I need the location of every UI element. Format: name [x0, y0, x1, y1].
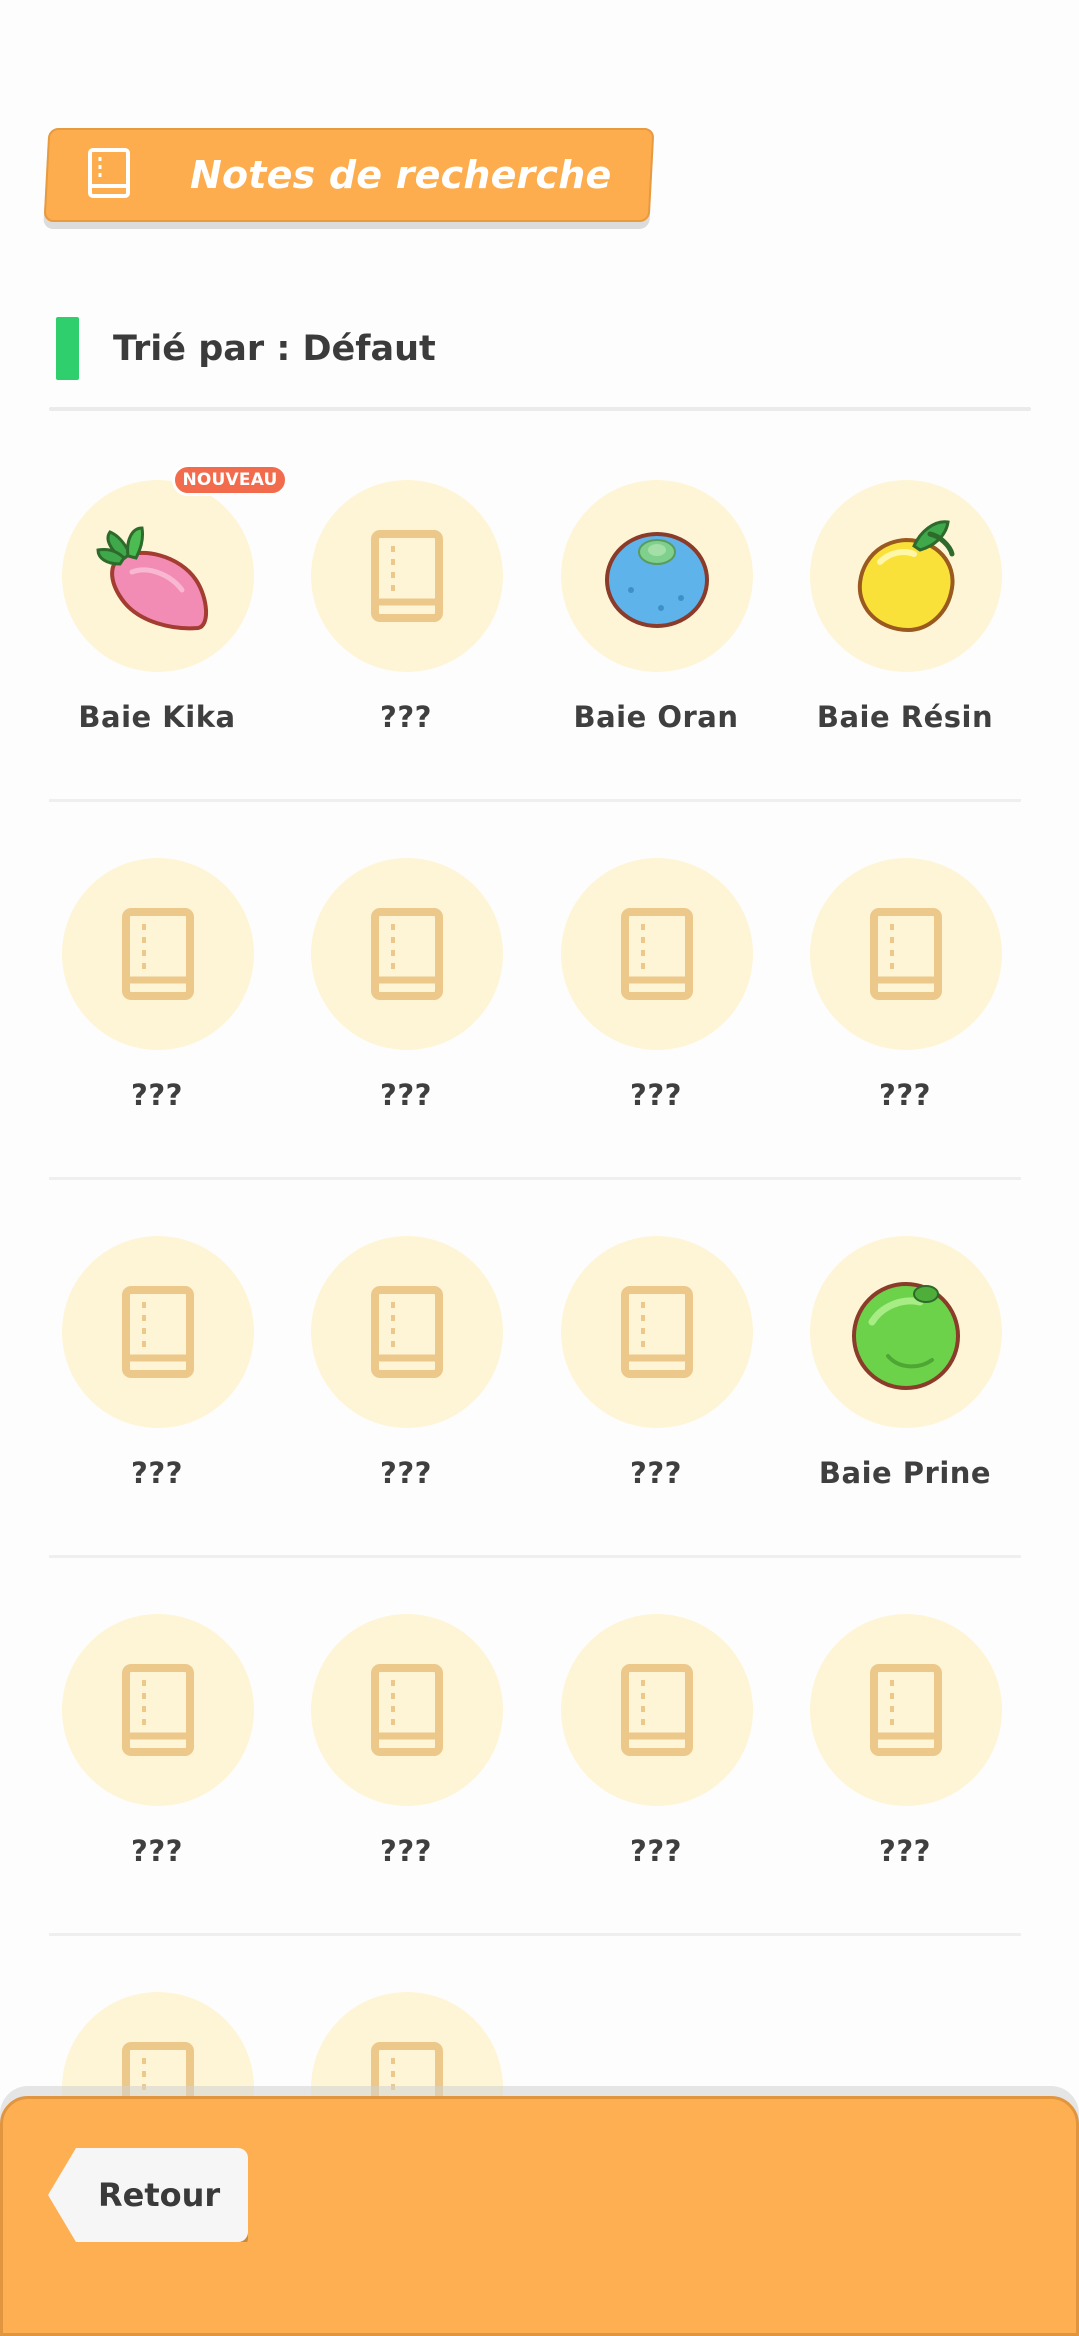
item-slot	[311, 480, 503, 672]
research-note-item[interactable]: ???	[531, 1236, 781, 1566]
item-name: ???	[380, 700, 432, 734]
research-note-item[interactable]: ???	[32, 1236, 282, 1566]
notebook-icon	[870, 908, 942, 1000]
item-slot	[311, 1614, 503, 1806]
research-note-item[interactable]: Baie Prine	[780, 1236, 1030, 1566]
notebook-icon	[371, 1286, 443, 1378]
item-slot	[311, 858, 503, 1050]
item-slot	[810, 480, 1002, 672]
research-note-item[interactable]: ???	[531, 1614, 781, 1944]
notebook-icon	[371, 908, 443, 1000]
item-slot	[810, 1614, 1002, 1806]
notebook-icon	[621, 1286, 693, 1378]
green-berry-icon	[852, 1282, 960, 1390]
item-name: ???	[380, 1456, 432, 1490]
item-slot	[561, 1236, 753, 1428]
row-divider	[49, 799, 1021, 802]
item-name: ???	[131, 1078, 183, 1112]
research-notes-grid: Baie Kika??? Baie Oran Baie Résin?????????…	[0, 0, 1079, 2321]
item-name: Baie Résin	[816, 700, 994, 734]
research-note-item[interactable]: ???	[780, 858, 1030, 1188]
item-name: ???	[380, 1078, 432, 1112]
item-name: ???	[380, 1834, 432, 1868]
row-divider	[49, 1177, 1021, 1180]
notebook-icon	[122, 1664, 194, 1756]
pink-berry-icon	[96, 526, 208, 631]
item-slot	[810, 858, 1002, 1050]
research-note-item[interactable]: ???	[281, 1614, 531, 1944]
item-name: ???	[131, 1456, 183, 1490]
row-divider	[49, 1555, 1021, 1558]
item-name: ???	[630, 1078, 682, 1112]
notebook-icon	[870, 1664, 942, 1756]
research-note-item[interactable]: Baie Résin	[780, 480, 1030, 810]
item-slot	[62, 1614, 254, 1806]
item-name: Baie Kika	[78, 700, 236, 734]
item-slot	[311, 1236, 503, 1428]
row-divider	[49, 1933, 1021, 1936]
research-note-item[interactable]: ???	[531, 858, 781, 1188]
new-badge: NOUVEAU	[172, 464, 288, 496]
item-name: Baie Prine	[818, 1456, 992, 1490]
notebook-icon	[371, 530, 443, 622]
research-note-item[interactable]: ???	[32, 858, 282, 1188]
blue-berry-icon	[605, 532, 709, 628]
item-slot	[62, 480, 254, 672]
item-name: ???	[879, 1834, 931, 1868]
item-name: ???	[630, 1834, 682, 1868]
notebook-icon	[371, 1664, 443, 1756]
notebook-icon	[621, 1664, 693, 1756]
research-note-item[interactable]: Baie Kika	[32, 480, 282, 810]
item-slot	[561, 858, 753, 1050]
research-note-item[interactable]: ???	[32, 1614, 282, 1944]
item-slot	[62, 858, 254, 1050]
item-slot	[561, 480, 753, 672]
notebook-icon	[122, 908, 194, 1000]
item-name: Baie Oran	[573, 700, 739, 734]
back-button-label[interactable]: Retour	[98, 2168, 220, 2222]
research-note-item[interactable]: ???	[281, 1236, 531, 1566]
item-slot	[62, 1236, 254, 1428]
research-note-item[interactable]: ???	[780, 1614, 1030, 1944]
notebook-icon	[621, 908, 693, 1000]
research-note-item[interactable]: ???	[281, 480, 531, 810]
yellow-berry-icon	[857, 520, 955, 633]
research-note-item[interactable]: ???	[281, 858, 531, 1188]
item-name: ???	[630, 1456, 682, 1490]
research-note-item[interactable]: Baie Oran	[531, 480, 781, 810]
item-slot	[561, 1614, 753, 1806]
item-slot	[810, 1236, 1002, 1428]
item-name: ???	[131, 1834, 183, 1868]
notebook-icon	[122, 1286, 194, 1378]
item-name: ???	[879, 1078, 931, 1112]
